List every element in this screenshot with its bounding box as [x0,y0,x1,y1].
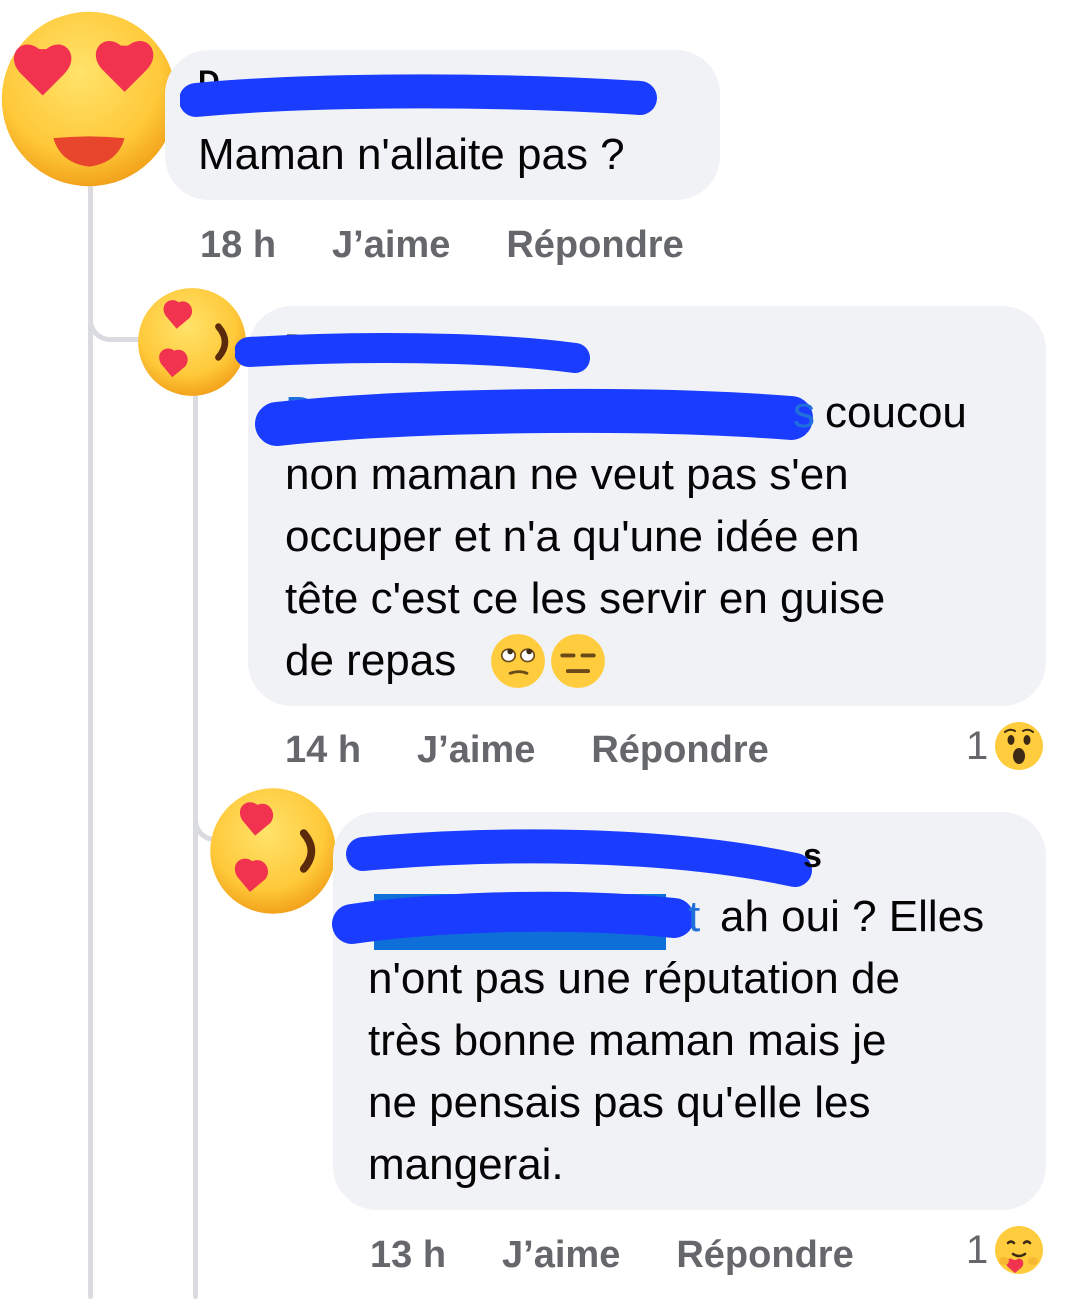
smiling-face-with-hearts-emoji-icon [138,288,246,396]
reaction-summary[interactable]: 1 [966,1222,1044,1278]
expressionless-face-emoji-icon [551,634,605,688]
comment-meta: 18 h J’aime Répondre [200,220,684,270]
author-name-suffix[interactable]: s [803,836,822,876]
mention-visible-end[interactable]: t [688,886,700,948]
reaction-summary[interactable]: 1 [966,718,1044,774]
like-button[interactable]: J’aime [502,1234,620,1277]
reply-text-line-4: ne pensais pas qu'elle les [368,1078,871,1127]
reply-meta: 14 h J’aime Répondre [285,725,769,775]
reply-text-line-5: de repas [285,636,457,685]
reaction-count: 1 [966,1227,989,1272]
comment-text: Maman n'allaite pas ? [198,130,625,179]
thread-line-reply [193,395,198,1299]
face-with-rolling-eyes-emoji-icon [491,634,545,688]
timestamp: 13 h [370,1233,447,1276]
wow-reaction-icon [995,722,1044,770]
timestamp: 14 h [285,728,362,771]
care-reaction-icon [995,1226,1044,1274]
reply-text-line-5: mangerai. [368,1140,564,1189]
reply-text-line-3: très bonne maman mais je [368,1016,887,1065]
heart-eyes-emoji-icon [1,11,177,187]
reply-text-line-1: coucou [825,388,967,437]
author-name-redaction [235,333,590,373]
mention-visible-end[interactable]: s [793,382,815,444]
smiling-face-with-hearts-emoji-icon [210,788,336,914]
reply-button[interactable]: Répondre [506,224,683,267]
avatar[interactable] [0,10,178,188]
reaction-count: 1 [966,723,989,768]
like-button[interactable]: J’aime [332,224,450,267]
timestamp: 18 h [200,223,277,266]
thread-line-main [88,185,93,1299]
reply-text-line-2: non maman ne veut pas s'en [285,450,849,499]
reply-text-line-4: tête c'est ce les servir en guise [285,574,886,623]
reply-button[interactable]: Répondre [676,1234,853,1277]
like-button[interactable]: J’aime [417,729,535,772]
reply-text-line-1: ah oui ? Elles [720,892,985,941]
reply-meta: 13 h J’aime Répondre [370,1230,854,1280]
author-name-redaction [180,74,657,117]
reply-text-line-2: n'ont pas une réputation de [368,954,900,1003]
avatar[interactable] [209,787,337,915]
mention-redaction [255,388,813,446]
avatar[interactable] [137,287,247,397]
reply-text-line-3: occuper et n'a qu'une idée en [285,512,860,561]
reply-button[interactable]: Répondre [591,729,768,772]
